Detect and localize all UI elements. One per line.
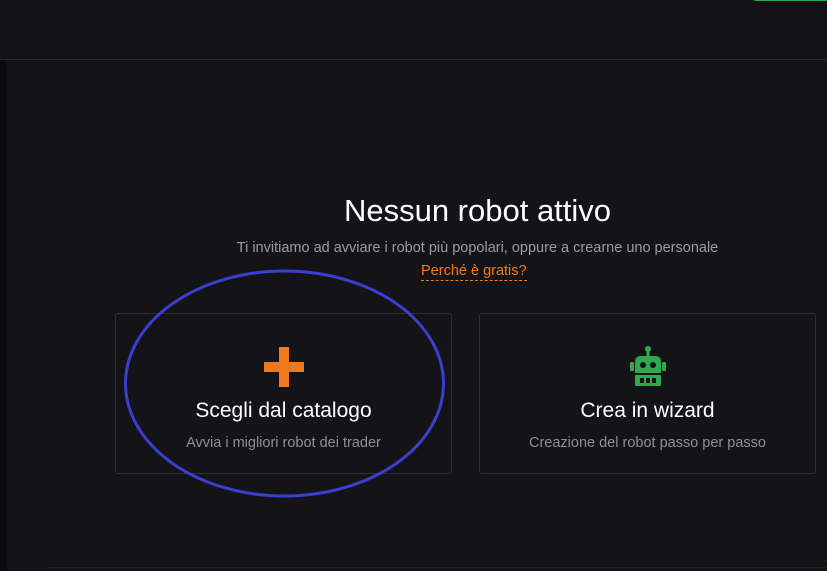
catalog-card-description: Avvia i migliori robot dei trader xyxy=(186,435,381,451)
robot-icon xyxy=(629,346,666,386)
plus-icon xyxy=(263,347,304,387)
top-bar xyxy=(0,0,827,60)
catalog-card-title: Scegli dal catalogo xyxy=(195,399,372,422)
create-in-wizard-card[interactable]: Crea in wizard Creazione del robot passo… xyxy=(479,313,816,474)
why-free-link[interactable]: Perché è gratis? xyxy=(421,262,527,281)
bottom-divider xyxy=(49,567,827,568)
left-sidebar-strip xyxy=(0,60,7,571)
top-bar-accent xyxy=(752,0,827,1)
wizard-card-description: Creazione del robot passo per passo xyxy=(529,435,766,451)
choose-from-catalog-card[interactable]: Scegli dal catalogo Avvia i migliori rob… xyxy=(115,313,452,474)
empty-state-subtitle: Ti invitiamo ad avviare i robot più popo… xyxy=(236,240,719,256)
wizard-card-title: Crea in wizard xyxy=(580,399,715,422)
empty-state-title: Nessun robot attivo xyxy=(343,193,612,228)
